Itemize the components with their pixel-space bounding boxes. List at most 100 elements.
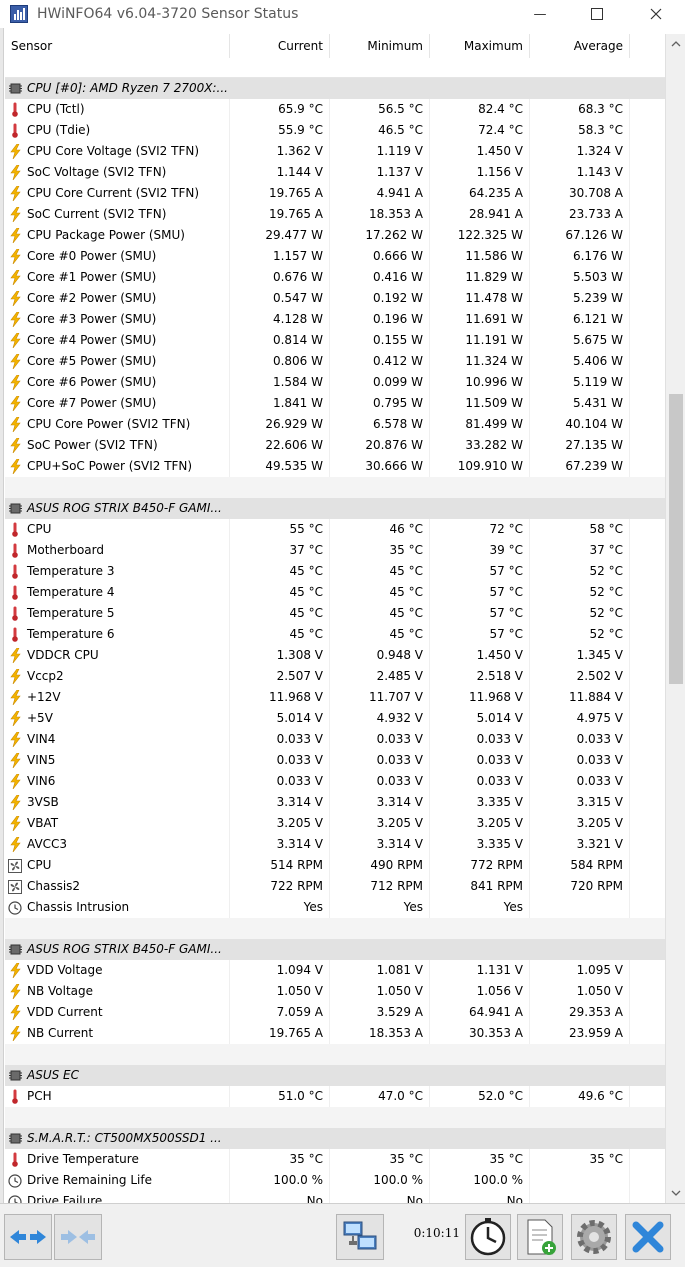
scroll-thumb[interactable] bbox=[669, 394, 683, 684]
average-value: 23.733 A bbox=[530, 204, 630, 225]
sensor-row[interactable]: Core #6 Power (SMU) 1.584 W 0.099 W 10.996 … bbox=[5, 372, 665, 393]
reset-timer-button[interactable] bbox=[465, 1214, 511, 1260]
vertical-scrollbar[interactable] bbox=[665, 34, 685, 1203]
sensor-row[interactable]: SoC Current (SVI2 TFN) 19.765 A 18.353 A 28… bbox=[5, 204, 665, 225]
network-button[interactable] bbox=[336, 1214, 384, 1260]
sensor-row[interactable]: CPU (Tctl) 65.9 °C 56.5 °C 82.4 °C 68.3 °C bbox=[5, 99, 665, 120]
sensor-row[interactable]: Chassis2 722 RPM 712 RPM 841 RPM 720 RPM bbox=[5, 876, 665, 897]
close-button[interactable] bbox=[633, 0, 679, 28]
minimum-value: 4.932 V bbox=[330, 708, 430, 729]
sensor-row[interactable]: Core #0 Power (SMU) 1.157 W 0.666 W 11.586 … bbox=[5, 246, 665, 267]
maximum-value: 1.156 V bbox=[430, 162, 530, 183]
sensor-row[interactable]: CPU Core Voltage (SVI2 TFN) 1.362 V 1.119 … bbox=[5, 141, 665, 162]
column-maximum[interactable]: Maximum bbox=[430, 34, 530, 58]
maximum-value: 11.191 W bbox=[430, 330, 530, 351]
maximum-value: 0.033 V bbox=[430, 729, 530, 750]
column-sensor[interactable]: Sensor bbox=[5, 34, 230, 58]
sensor-row[interactable]: Core #1 Power (SMU) 0.676 W 0.416 W 11.829 … bbox=[5, 267, 665, 288]
clock-icon bbox=[8, 900, 22, 915]
close-icon bbox=[650, 8, 662, 20]
sensor-row[interactable]: VIN6 0.033 V 0.033 V 0.033 V 0.033 V bbox=[5, 771, 665, 792]
sensor-row[interactable]: VDDCR CPU 1.308 V 0.948 V 1.450 V 1.345 V bbox=[5, 645, 665, 666]
sensor-group-row[interactable]: ASUS EC bbox=[5, 1065, 665, 1086]
column-minimum[interactable]: Minimum bbox=[330, 34, 430, 58]
sensor-row[interactable]: CPU 514 RPM 490 RPM 772 RPM 584 RPM bbox=[5, 855, 665, 876]
sensor-row[interactable]: Core #5 Power (SMU) 0.806 W 0.412 W 11.324 … bbox=[5, 351, 665, 372]
maximum-value: 57 °C bbox=[430, 561, 530, 582]
scroll-down-button[interactable] bbox=[666, 1183, 685, 1203]
sensor-row[interactable]: Temperature 5 45 °C 45 °C 57 °C 52 °C bbox=[5, 603, 665, 624]
column-current[interactable]: Current bbox=[230, 34, 330, 58]
group-header[interactable]: ASUS ROG STRIX B450-F GAMI... bbox=[5, 498, 630, 519]
collapse-button[interactable] bbox=[54, 1214, 102, 1260]
column-average[interactable]: Average bbox=[530, 34, 630, 58]
average-value: 49.6 °C bbox=[530, 1086, 630, 1107]
sensor-row[interactable]: Drive Remaining Life 100.0 % 100.0 % 100.0 … bbox=[5, 1170, 665, 1191]
sensor-row[interactable]: VBAT 3.205 V 3.205 V 3.205 V 3.205 V bbox=[5, 813, 665, 834]
sensor-row[interactable]: Drive Temperature 35 °C 35 °C 35 °C 35 °C bbox=[5, 1149, 665, 1170]
settings-button[interactable] bbox=[571, 1214, 617, 1260]
minimum-value: 0.412 W bbox=[330, 351, 430, 372]
sensor-row[interactable]: PCH 51.0 °C 47.0 °C 52.0 °C 49.6 °C bbox=[5, 1086, 665, 1107]
sensor-label: 3VSB bbox=[27, 795, 59, 809]
current-value: 51.0 °C bbox=[230, 1086, 330, 1107]
current-value: 0.806 W bbox=[230, 351, 330, 372]
sensor-row[interactable]: Drive Failure No No No bbox=[5, 1191, 665, 1203]
sensor-row[interactable]: 3VSB 3.314 V 3.314 V 3.335 V 3.315 V bbox=[5, 792, 665, 813]
minimum-value: 0.416 W bbox=[330, 267, 430, 288]
minimize-button[interactable]: — bbox=[517, 0, 563, 28]
spacer-row bbox=[5, 1107, 665, 1128]
sensor-row[interactable]: Motherboard 37 °C 35 °C 39 °C 37 °C bbox=[5, 540, 665, 561]
sensor-row[interactable]: SoC Power (SVI2 TFN) 22.606 W 20.876 W 33.2… bbox=[5, 435, 665, 456]
sensor-row[interactable]: Temperature 4 45 °C 45 °C 57 °C 52 °C bbox=[5, 582, 665, 603]
sensor-row[interactable]: VDD Voltage 1.094 V 1.081 V 1.131 V 1.095 V bbox=[5, 960, 665, 981]
sensor-row[interactable]: Core #2 Power (SMU) 0.547 W 0.192 W 11.478 … bbox=[5, 288, 665, 309]
expand-button[interactable] bbox=[4, 1214, 52, 1260]
sensor-row[interactable]: Core #4 Power (SMU) 0.814 W 0.155 W 11.191 … bbox=[5, 330, 665, 351]
sensor-row[interactable]: VIN4 0.033 V 0.033 V 0.033 V 0.033 V bbox=[5, 729, 665, 750]
sensor-list[interactable]: CPU [#0]: AMD Ryzen 7 2700X:... CPU (Tctl… bbox=[5, 78, 665, 1203]
sensor-row[interactable]: AVCC3 3.314 V 3.314 V 3.335 V 3.321 V bbox=[5, 834, 665, 855]
sensor-row[interactable]: NB Voltage 1.050 V 1.050 V 1.056 V 1.050 V bbox=[5, 981, 665, 1002]
group-label: ASUS EC bbox=[27, 1068, 80, 1082]
sensor-group-row[interactable]: CPU [#0]: AMD Ryzen 7 2700X:... bbox=[5, 78, 665, 99]
group-label: ASUS ROG STRIX B450-F GAMI... bbox=[27, 942, 222, 956]
sensor-row[interactable]: VIN5 0.033 V 0.033 V 0.033 V 0.033 V bbox=[5, 750, 665, 771]
exit-button[interactable] bbox=[625, 1214, 671, 1260]
lightning-icon bbox=[8, 249, 22, 264]
group-header[interactable]: ASUS ROG STRIX B450-F GAMI... bbox=[5, 939, 630, 960]
sensor-row[interactable]: Chassis Intrusion Yes Yes Yes bbox=[5, 897, 665, 918]
sensor-row[interactable]: CPU Package Power (SMU) 29.477 W 17.262 W1… bbox=[5, 225, 665, 246]
sensor-row[interactable]: Core #7 Power (SMU) 1.841 W 0.795 W 11.509 … bbox=[5, 393, 665, 414]
sensor-row[interactable]: CPU 55 °C 46 °C 72 °C 58 °C bbox=[5, 519, 665, 540]
sensor-row[interactable]: SoC Voltage (SVI2 TFN) 1.144 V 1.137 V 1.15… bbox=[5, 162, 665, 183]
sensor-row[interactable]: CPU (Tdie) 55.9 °C 46.5 °C 72.4 °C 58.3 °C bbox=[5, 120, 665, 141]
sensor-label: CPU Core Current (SVI2 TFN) bbox=[27, 186, 200, 200]
sensor-group-row[interactable]: ASUS ROG STRIX B450-F GAMI... bbox=[5, 939, 665, 960]
group-header[interactable]: S.M.A.R.T.: CT500MX500SSD1 ... bbox=[5, 1128, 630, 1149]
sensor-row[interactable]: CPU+SoC Power (SVI2 TFN) 49.535 W 30.666 W… bbox=[5, 456, 665, 477]
sensor-group-row[interactable]: ASUS ROG STRIX B450-F GAMI... bbox=[5, 498, 665, 519]
minimum-value: 47.0 °C bbox=[330, 1086, 430, 1107]
sensor-label: Core #7 Power (SMU) bbox=[27, 396, 157, 410]
sensor-name-cell: CPU+SoC Power (SVI2 TFN) bbox=[5, 456, 230, 477]
exit-icon bbox=[632, 1221, 664, 1253]
sensor-row[interactable]: CPU Core Current (SVI2 TFN) 19.765 A 4.941… bbox=[5, 183, 665, 204]
sensor-row[interactable]: VDD Current 7.059 A 3.529 A 64.941 A 29.353 … bbox=[5, 1002, 665, 1023]
sensor-row[interactable]: +12V 11.968 V 11.707 V 11.968 V 11.884 V bbox=[5, 687, 665, 708]
sensor-row[interactable]: CPU Core Power (SVI2 TFN) 26.929 W 6.578 W… bbox=[5, 414, 665, 435]
sensor-row[interactable]: Vccp2 2.507 V 2.485 V 2.518 V 2.502 V bbox=[5, 666, 665, 687]
scroll-up-button[interactable] bbox=[666, 34, 685, 54]
sensor-row[interactable]: NB Current 19.765 A 18.353 A 30.353 A 23.959… bbox=[5, 1023, 665, 1044]
sensor-row[interactable]: Core #3 Power (SMU) 4.128 W 0.196 W 11.691 … bbox=[5, 309, 665, 330]
sensor-row[interactable]: +5V 5.014 V 4.932 V 5.014 V 4.975 V bbox=[5, 708, 665, 729]
sensor-row[interactable]: Temperature 6 45 °C 45 °C 57 °C 52 °C bbox=[5, 624, 665, 645]
sensor-label: Core #4 Power (SMU) bbox=[27, 333, 157, 347]
report-button[interactable] bbox=[517, 1214, 563, 1260]
sensor-group-row[interactable]: S.M.A.R.T.: CT500MX500SSD1 ... bbox=[5, 1128, 665, 1149]
sensor-row[interactable]: Temperature 3 45 °C 45 °C 57 °C 52 °C bbox=[5, 561, 665, 582]
maximum-value: 57 °C bbox=[430, 582, 530, 603]
maximize-button[interactable] bbox=[574, 0, 620, 28]
group-header[interactable]: CPU [#0]: AMD Ryzen 7 2700X:... bbox=[5, 78, 630, 99]
group-header[interactable]: ASUS EC bbox=[5, 1065, 630, 1086]
